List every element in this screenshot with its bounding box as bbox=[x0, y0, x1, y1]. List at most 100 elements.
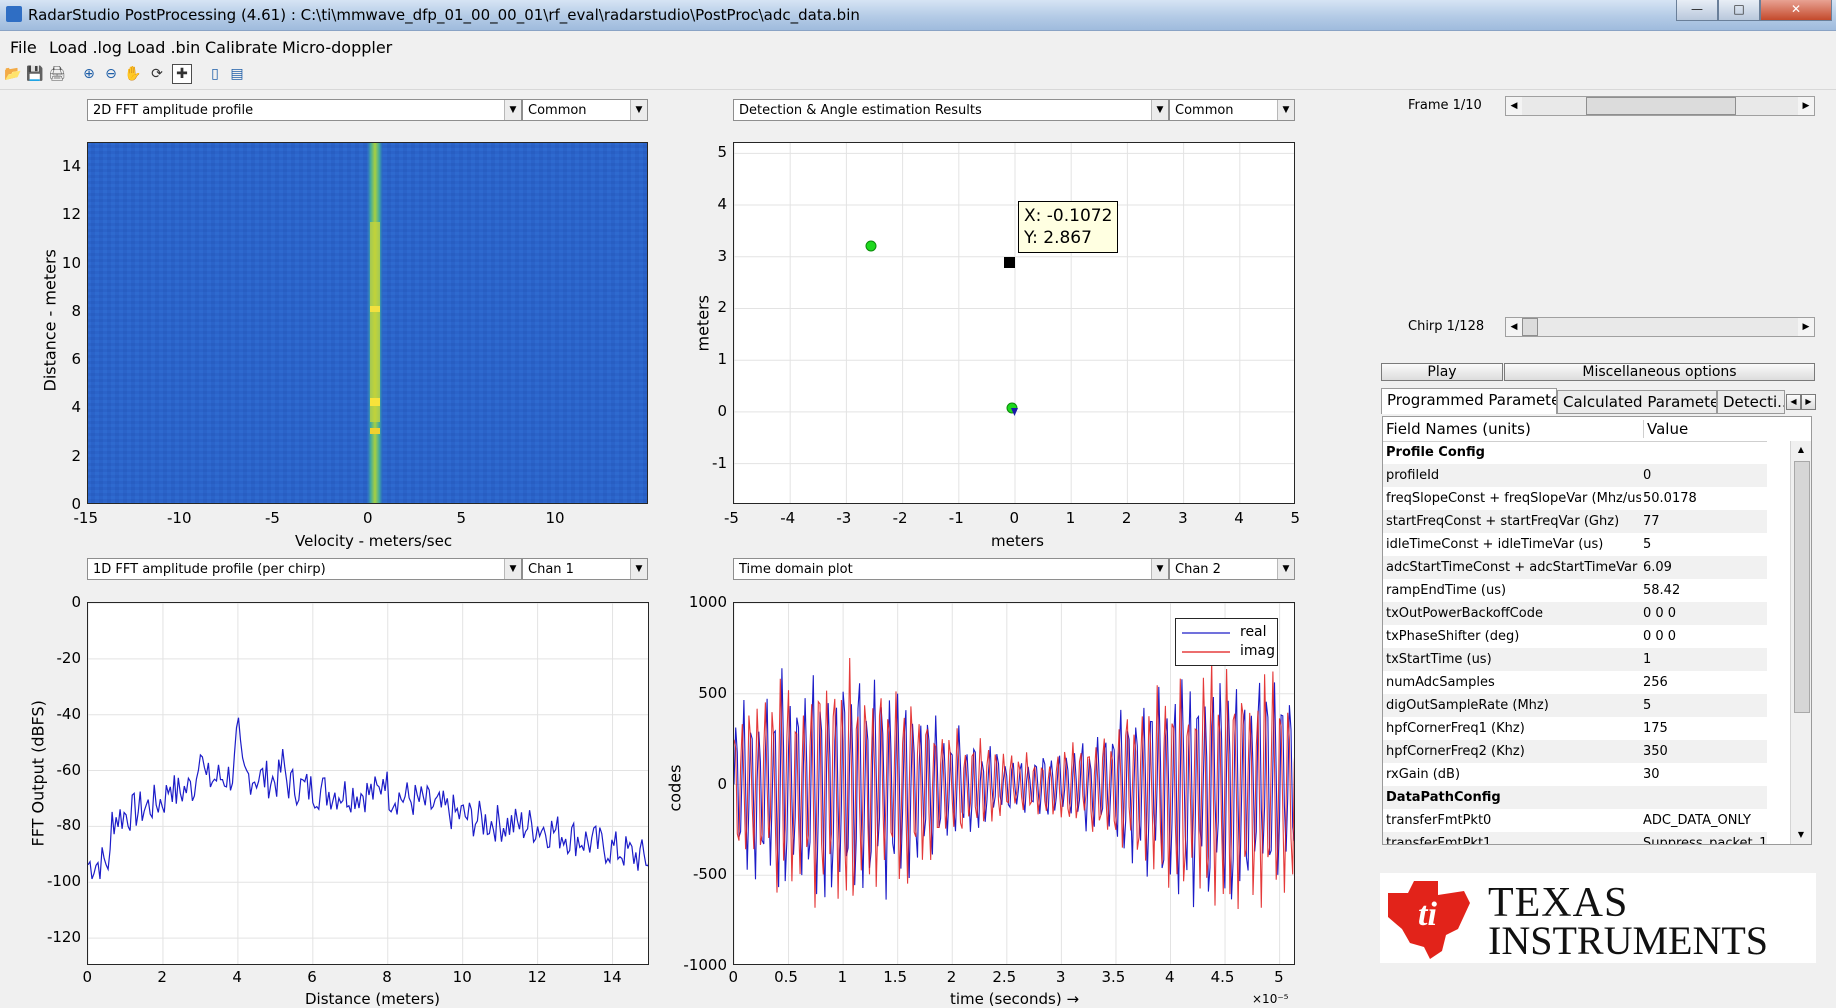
zoom-in-icon[interactable]: ⊕ bbox=[80, 65, 98, 83]
select-value: Common bbox=[528, 103, 587, 118]
scroll-thumb[interactable] bbox=[1794, 461, 1810, 713]
value-cell[interactable]: 1 bbox=[1643, 652, 1651, 667]
table-section-row[interactable]: DataPathConfig bbox=[1383, 786, 1767, 809]
tab-detection[interactable]: Detecti... bbox=[1717, 390, 1785, 414]
channel-select-bottom-left[interactable]: Chan 1 ▼ bbox=[522, 558, 648, 580]
plot-type-select-top-left[interactable]: 2D FFT amplitude profile ▼ bbox=[87, 99, 522, 121]
table-row[interactable]: hpfCornerFreq2 (Khz) 350 bbox=[1383, 740, 1767, 763]
data-tip[interactable]: X: -0.1072 Y: 2.867 bbox=[1018, 201, 1119, 253]
legend-icon[interactable]: ▤ bbox=[228, 65, 246, 83]
table-row[interactable]: txPhaseShifter (deg) 0 0 0 bbox=[1383, 625, 1767, 648]
value-cell[interactable]: 256 bbox=[1643, 675, 1668, 690]
detected-object-marker[interactable] bbox=[865, 240, 877, 252]
value-cell[interactable]: 350 bbox=[1643, 744, 1668, 759]
x-tick-label: -10 bbox=[167, 509, 192, 527]
field-name-cell: rampEndTime (us) bbox=[1386, 583, 1507, 598]
channel-select-bottom-right[interactable]: Chan 2 ▼ bbox=[1169, 558, 1295, 580]
table-row[interactable]: adcStartTimeConst + adcStartTimeVar (us)… bbox=[1383, 556, 1767, 579]
rotate-icon[interactable]: ⟳ bbox=[148, 65, 166, 83]
menu-calibrate[interactable]: Calibrate bbox=[205, 38, 278, 57]
zoom-out-icon[interactable]: ⊖ bbox=[102, 65, 120, 83]
chevron-down-icon: ▼ bbox=[630, 100, 647, 120]
value-cell[interactable]: 0 bbox=[1643, 468, 1651, 483]
value-cell[interactable]: 6.09 bbox=[1643, 560, 1672, 575]
save-icon[interactable]: 💾 bbox=[26, 65, 44, 83]
table-row[interactable]: transferFmtPkt1 Suppress_packet_1 bbox=[1383, 832, 1767, 845]
value-cell[interactable]: 77 bbox=[1643, 514, 1660, 529]
table-section-row[interactable]: Profile Config bbox=[1383, 441, 1767, 464]
value-cell[interactable]: 175 bbox=[1643, 721, 1668, 736]
maximize-button[interactable]: □ bbox=[1718, 0, 1760, 21]
chevron-right-icon[interactable]: ▶ bbox=[1798, 97, 1814, 115]
open-folder-icon[interactable]: 📂 bbox=[4, 65, 22, 83]
x-tick-label: -5 bbox=[265, 509, 280, 527]
chevron-right-icon[interactable]: ▶ bbox=[1798, 318, 1814, 336]
frame-slider-thumb[interactable] bbox=[1586, 97, 1736, 115]
plot-type-select-bottom-right[interactable]: Time domain plot ▼ bbox=[733, 558, 1169, 580]
chevron-down-icon: ▼ bbox=[1277, 559, 1294, 579]
y-tick-label: 3 bbox=[717, 246, 727, 265]
table-row[interactable]: freqSlopeConst + freqSlopeVar (Mhz/us) 50… bbox=[1383, 487, 1767, 510]
menu-micro-doppler[interactable]: Micro-doppler bbox=[282, 38, 392, 57]
table-row[interactable]: rxGain (dB) 30 bbox=[1383, 763, 1767, 786]
table-row[interactable]: profileId 0 bbox=[1383, 464, 1767, 487]
x-tick-label: 2 bbox=[946, 968, 957, 986]
menu-load-bin[interactable]: Load .bin bbox=[127, 38, 200, 57]
close-button[interactable]: ✕ bbox=[1760, 0, 1832, 21]
heatmap-2d-fft[interactable] bbox=[87, 142, 648, 504]
value-cell[interactable]: 5 bbox=[1643, 698, 1651, 713]
scroll-up-icon[interactable]: ▲ bbox=[1793, 441, 1809, 459]
x-tick-label: 3 bbox=[1178, 509, 1188, 527]
pan-hand-icon[interactable]: ✋ bbox=[124, 65, 142, 83]
play-button[interactable]: Play bbox=[1381, 363, 1503, 381]
table-row[interactable]: transferFmtPkt0 ADC_DATA_ONLY bbox=[1383, 809, 1767, 832]
chevron-left-icon[interactable]: ◀ bbox=[1506, 97, 1522, 115]
colorbar-icon[interactable]: ▯ bbox=[206, 65, 224, 83]
frame-slider[interactable]: ◀ ▶ bbox=[1505, 96, 1815, 116]
tab-scroll-left-icon[interactable]: ◀ bbox=[1786, 394, 1801, 410]
x-tick-label: 5 bbox=[1274, 968, 1284, 986]
mode-select-top-right[interactable]: Common ▼ bbox=[1169, 99, 1295, 121]
plot-type-select-top-right[interactable]: Detection & Angle estimation Results ▼ bbox=[733, 99, 1169, 121]
print-icon[interactable]: 🖨 bbox=[48, 65, 66, 83]
table-row[interactable]: txOutPowerBackoffCode 0 0 0 bbox=[1383, 602, 1767, 625]
value-cell[interactable]: 30 bbox=[1643, 767, 1660, 782]
plot-type-select-bottom-left[interactable]: 1D FFT amplitude profile (per chirp) ▼ bbox=[87, 558, 522, 580]
value-cell[interactable]: 58.42 bbox=[1643, 583, 1680, 598]
chirp-slider-thumb[interactable] bbox=[1522, 318, 1538, 336]
chevron-left-icon[interactable]: ◀ bbox=[1506, 318, 1522, 336]
value-cell[interactable]: ADC_DATA_ONLY bbox=[1643, 813, 1751, 828]
value-cell[interactable]: Suppress_packet_1 bbox=[1643, 836, 1767, 844]
table-row[interactable]: startFreqConst + startFreqVar (Ghz) 77 bbox=[1383, 510, 1767, 533]
field-name-cell: numAdcSamples bbox=[1386, 675, 1495, 690]
value-cell[interactable]: 0 0 0 bbox=[1643, 629, 1676, 644]
menu-load-log[interactable]: Load .log bbox=[49, 38, 122, 57]
table-row[interactable]: idleTimeConst + idleTimeVar (us) 5 bbox=[1383, 533, 1767, 556]
menu-bar: File Load .log Load .bin Calibrate Micro… bbox=[0, 31, 1836, 61]
table-row[interactable]: hpfCornerFreq1 (Khz) 175 bbox=[1383, 717, 1767, 740]
chirp-slider[interactable]: ◀ ▶ bbox=[1505, 317, 1815, 337]
datatip-anchor-marker[interactable] bbox=[1004, 257, 1015, 268]
detection-plot[interactable] bbox=[733, 142, 1295, 504]
fft-1d-plot[interactable] bbox=[87, 602, 649, 965]
table-row[interactable]: txStartTime (us) 1 bbox=[1383, 648, 1767, 671]
scroll-down-icon[interactable]: ▼ bbox=[1793, 826, 1809, 844]
data-cursor-icon[interactable]: ✚ bbox=[172, 64, 192, 84]
minimize-button[interactable]: — bbox=[1676, 0, 1718, 21]
x-tick-label: 3.5 bbox=[1101, 968, 1126, 986]
table-scrollbar[interactable]: ▲ ▼ bbox=[1790, 441, 1811, 844]
value-cell[interactable]: 50.0178 bbox=[1643, 491, 1697, 506]
menu-file[interactable]: File bbox=[10, 38, 37, 57]
field-name-cell: transferFmtPkt1 bbox=[1386, 836, 1492, 845]
mode-select-top-left[interactable]: Common ▼ bbox=[522, 99, 648, 121]
tab-scroll-right-icon[interactable]: ▶ bbox=[1801, 394, 1816, 410]
tab-programmed-parameters[interactable]: Programmed Parameters bbox=[1381, 388, 1557, 414]
datatip-x: X: -0.1072 bbox=[1024, 206, 1113, 226]
value-cell[interactable]: 5 bbox=[1643, 537, 1651, 552]
value-cell[interactable]: 0 0 0 bbox=[1643, 606, 1676, 621]
tab-calculated-parameters[interactable]: Calculated Parameters bbox=[1557, 390, 1717, 414]
table-row[interactable]: rampEndTime (us) 58.42 bbox=[1383, 579, 1767, 602]
table-row[interactable]: numAdcSamples 256 bbox=[1383, 671, 1767, 694]
misc-options-button[interactable]: Miscellaneous options bbox=[1504, 363, 1815, 381]
table-row[interactable]: digOutSampleRate (Mhz) 5 bbox=[1383, 694, 1767, 717]
